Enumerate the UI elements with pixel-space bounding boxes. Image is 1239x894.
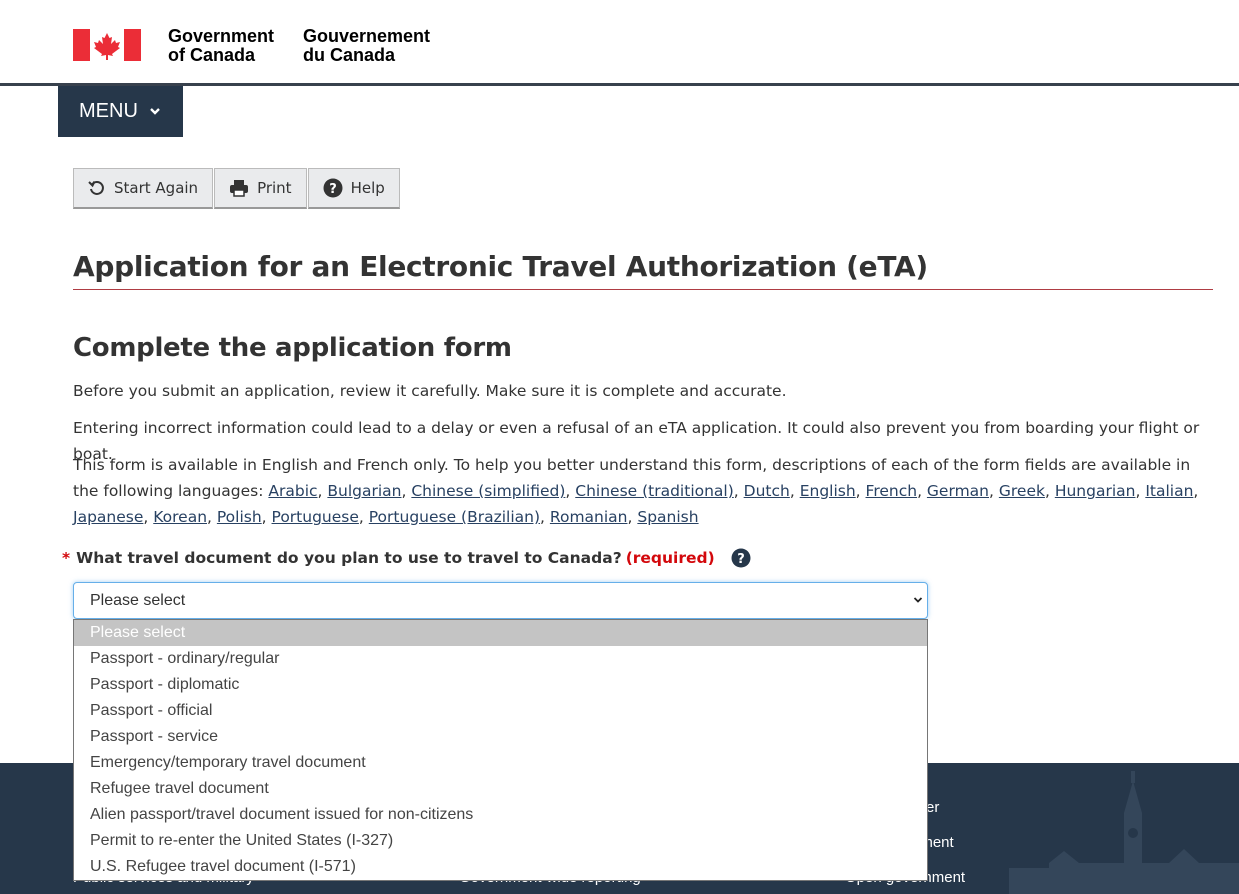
- select-option[interactable]: Alien passport/travel document issued fo…: [74, 802, 927, 828]
- title-underline: [73, 289, 1213, 290]
- canada-flag-icon: [73, 29, 141, 61]
- help-label: Help: [350, 179, 385, 197]
- help-button[interactable]: ? Help: [307, 168, 400, 209]
- language-link[interactable]: Italian: [1145, 482, 1193, 500]
- print-icon: [230, 180, 249, 197]
- toolbar: Start Again Print ? Help: [73, 168, 400, 209]
- signature-fr-line1: Gouvernement: [303, 26, 431, 46]
- question-label: What travel document do you plan to use …: [76, 549, 622, 567]
- travel-document-select[interactable]: Please select: [73, 582, 928, 619]
- language-link[interactable]: Polish: [217, 508, 262, 526]
- language-link[interactable]: Chinese (traditional): [575, 482, 734, 500]
- select-option[interactable]: Refugee travel document: [74, 776, 927, 802]
- print-button[interactable]: Print: [214, 168, 307, 209]
- required-star: *: [62, 549, 71, 567]
- footer-link[interactable]: er: [926, 799, 939, 816]
- language-link[interactable]: Greek: [999, 482, 1045, 500]
- refresh-icon: [88, 180, 104, 195]
- start-again-label: Start Again: [114, 179, 199, 197]
- language-link[interactable]: English: [800, 482, 856, 500]
- parliament-landmark-icon: [1009, 771, 1239, 894]
- select-option[interactable]: Passport - diplomatic: [74, 672, 927, 698]
- language-link[interactable]: Korean: [153, 508, 207, 526]
- select-option[interactable]: Passport - ordinary/regular: [74, 646, 927, 672]
- menu-label: MENU: [79, 100, 138, 122]
- language-link[interactable]: Arabic: [268, 482, 317, 500]
- page-title: Application for an Electronic Travel Aut…: [73, 250, 928, 283]
- chevron-down-icon: [150, 107, 160, 115]
- print-label: Print: [257, 179, 292, 197]
- question-circle-icon: ?: [323, 178, 343, 198]
- language-link[interactable]: Japanese: [73, 508, 143, 526]
- chevron-down-icon: [913, 597, 923, 603]
- language-link[interactable]: Chinese (simplified): [411, 482, 565, 500]
- language-link[interactable]: Portuguese: [272, 508, 359, 526]
- travel-document-options-list: Please select Passport - ordinary/regular…: [73, 619, 928, 881]
- languages-paragraph: This form is available in English and Fr…: [73, 452, 1213, 530]
- language-link[interactable]: Hungarian: [1055, 482, 1136, 500]
- select-option[interactable]: Passport - service: [74, 724, 927, 750]
- select-option[interactable]: Permit to re-enter the United States (I-…: [74, 828, 927, 854]
- select-option[interactable]: U.S. Refugee travel document (I-571): [74, 854, 927, 880]
- svg-text:?: ?: [737, 552, 745, 567]
- gouvernement-du-canada-signature[interactable]: Gouvernement du Canada: [303, 27, 430, 65]
- svg-text:?: ?: [329, 182, 337, 197]
- language-link[interactable]: German: [927, 482, 989, 500]
- menu-button[interactable]: MENU: [58, 86, 183, 137]
- language-link[interactable]: French: [866, 482, 918, 500]
- language-link[interactable]: Dutch: [744, 482, 790, 500]
- government-of-canada-signature[interactable]: Government of Canada: [168, 27, 274, 65]
- signature-en-line1: Government: [168, 26, 275, 46]
- required-label: (required): [625, 549, 715, 567]
- start-again-button[interactable]: Start Again: [73, 168, 214, 209]
- language-link[interactable]: Spanish: [637, 508, 698, 526]
- select-value: Please select: [90, 591, 186, 609]
- question-help-icon[interactable]: ?: [731, 548, 751, 568]
- signature-fr-line2: du Canada: [303, 45, 396, 65]
- select-option[interactable]: Please select: [74, 620, 927, 646]
- select-option[interactable]: Emergency/temporary travel document: [74, 750, 927, 776]
- section-title: Complete the application form: [73, 333, 512, 363]
- language-link[interactable]: Portuguese (Brazilian): [369, 508, 540, 526]
- travel-document-question: * What travel document do you plan to us…: [62, 548, 751, 568]
- select-option[interactable]: Passport - official: [74, 698, 927, 724]
- language-link[interactable]: Romanian: [550, 508, 628, 526]
- gc-header: Government of Canada Gouvernement du Can…: [0, 0, 1239, 83]
- language-link[interactable]: Bulgarian: [327, 482, 401, 500]
- intro-paragraph-1: Before you submit an application, review…: [73, 382, 787, 400]
- signature-en-line2: of Canada: [168, 45, 256, 65]
- header-divider: [0, 83, 1239, 86]
